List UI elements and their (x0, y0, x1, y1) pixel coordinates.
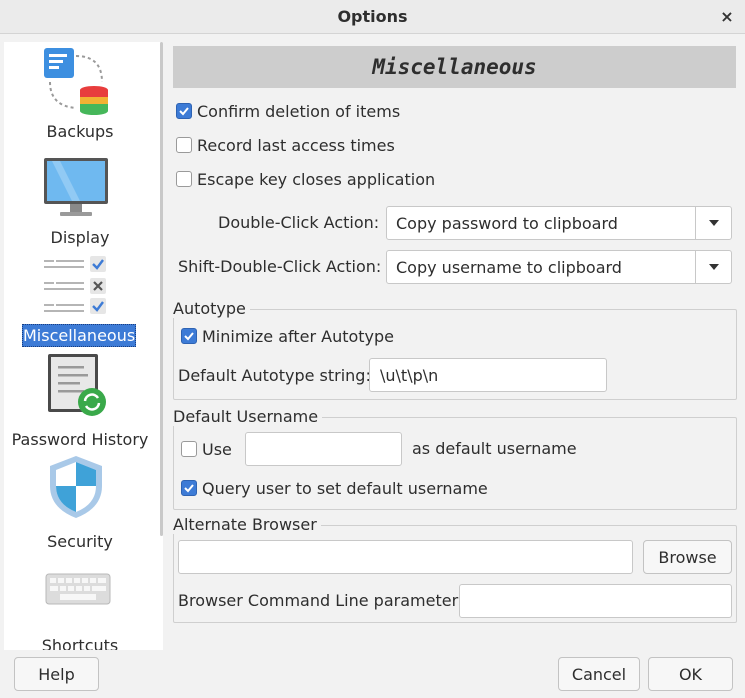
double-click-action-select[interactable]: Copy password to clipboard (386, 206, 732, 240)
sidebar-item-label: Display (50, 228, 110, 247)
chevron-down-icon[interactable] (695, 251, 731, 283)
keyboard-icon (45, 573, 111, 605)
close-icon[interactable]: × (717, 6, 737, 26)
default-username-group-label: Default Username (173, 407, 323, 426)
query-default-username-checkbox[interactable]: Query user to set default username (181, 477, 488, 499)
window-title: Options (337, 7, 408, 26)
checkbox-label: Escape key closes application (197, 169, 436, 189)
use-default-username-checkbox[interactable]: Use (181, 438, 232, 460)
chevron-down-icon[interactable] (695, 207, 731, 239)
sidebar-scrollbar[interactable] (160, 42, 163, 536)
sidebar-item-miscellaneous[interactable]: Miscellaneous (4, 248, 156, 348)
cancel-button[interactable]: Cancel (558, 657, 640, 691)
checkbox-box[interactable] (176, 171, 192, 187)
checkbox-box[interactable] (176, 137, 192, 153)
sidebar-item-display[interactable]: Display (4, 146, 156, 247)
confirm-deletion-checkbox[interactable]: Confirm deletion of items (176, 100, 400, 122)
shield-icon (50, 456, 102, 518)
checkbox-box[interactable] (176, 103, 192, 119)
checkbox-box[interactable] (181, 328, 197, 344)
sidebar-item-password-history[interactable]: Password History (4, 350, 156, 450)
sidebar-item-label: Security (47, 532, 113, 551)
checkbox-label: Query user to set default username (202, 478, 488, 498)
title-bar: Options × (0, 0, 745, 34)
default-username-suffix: as default username (412, 439, 577, 458)
escape-closes-checkbox[interactable]: Escape key closes application (176, 168, 435, 190)
select-value: Copy password to clipboard (396, 213, 618, 233)
checkbox-label: Minimize after Autotype (202, 326, 395, 346)
backups-icon (44, 48, 108, 115)
panel-title: Miscellaneous (372, 55, 537, 79)
checkbox-label: Record last access times (197, 135, 395, 155)
checklist-icon (44, 256, 106, 314)
sidebar-item-security[interactable]: Security (4, 452, 156, 552)
sidebar-item-label: Shortcuts (41, 636, 119, 650)
display-monitor-icon (44, 158, 108, 216)
browser-params-label: Browser Command Line parameters (178, 591, 467, 610)
default-username-input[interactable] (245, 432, 402, 466)
sidebar-item-label: Backups (46, 122, 114, 141)
help-button[interactable]: Help (14, 657, 99, 691)
select-value: Copy username to clipboard (396, 257, 622, 277)
checkbox-label: Confirm deletion of items (197, 101, 401, 121)
shift-double-click-action-select[interactable]: Copy username to clipboard (386, 250, 732, 284)
autotype-string-input[interactable]: \u\t\p\n (369, 358, 607, 392)
browse-button[interactable]: Browse (643, 540, 732, 574)
alternate-browser-input[interactable] (178, 540, 633, 574)
ok-button[interactable]: OK (648, 657, 733, 691)
checkbox-box[interactable] (181, 480, 197, 496)
record-access-times-checkbox[interactable]: Record last access times (176, 134, 395, 156)
checkbox-box[interactable] (181, 441, 197, 457)
sidebar-item-shortcuts[interactable]: Shortcuts (4, 554, 156, 650)
shift-double-click-label: Shift-Double-Click Action: (178, 257, 382, 276)
category-sidebar: Backups Display Miscellaneous Password H… (4, 42, 163, 650)
sidebar-item-backups[interactable]: Backups (4, 42, 156, 142)
checkbox-label: Use (202, 439, 232, 459)
double-click-label: Double-Click Action: (218, 213, 380, 232)
autotype-group-label: Autotype (173, 299, 250, 318)
alternate-browser-group-label: Alternate Browser (173, 515, 321, 534)
autotype-string-label: Default Autotype string: (178, 366, 371, 385)
panel-header: Miscellaneous (173, 46, 736, 88)
sidebar-item-label: Miscellaneous (22, 324, 136, 347)
sidebar-item-label: Password History (11, 430, 149, 449)
minimize-after-autotype-checkbox[interactable]: Minimize after Autotype (181, 325, 394, 347)
browser-params-input[interactable] (459, 584, 732, 618)
document-refresh-icon (48, 354, 106, 416)
